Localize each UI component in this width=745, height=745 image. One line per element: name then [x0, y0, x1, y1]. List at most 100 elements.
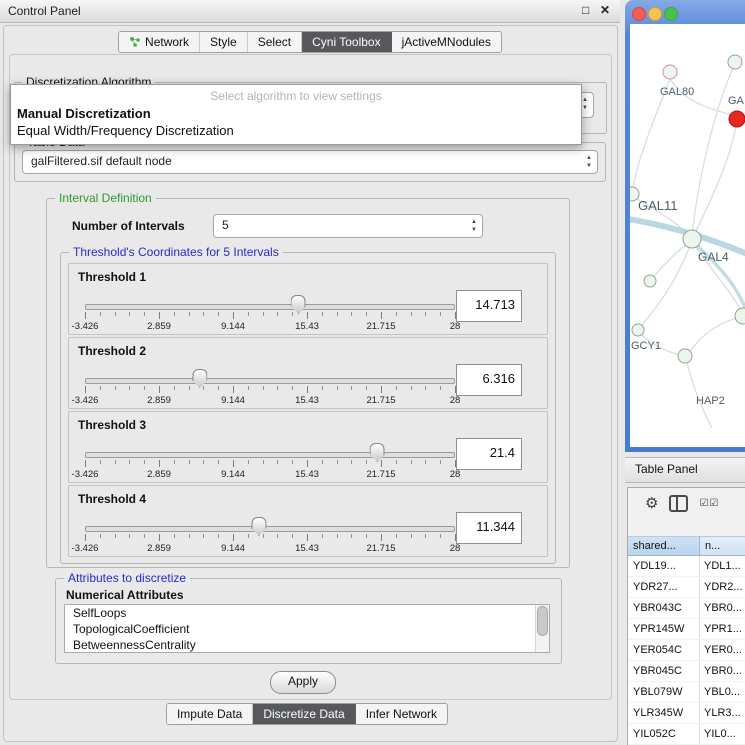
network-node[interactable] — [678, 349, 692, 363]
attributes-list[interactable]: SelfLoopsTopologicalCoefficientBetweenne… — [64, 604, 550, 653]
table-data-select[interactable]: galFiltered.sif default node ▲▼ — [22, 150, 598, 174]
table-cell: YIL052C — [628, 724, 700, 744]
table-cell: YDL1... — [700, 556, 745, 576]
column-header-shared[interactable]: shared... — [628, 536, 700, 556]
group-title: Attributes to discretize — [64, 571, 190, 585]
table-row[interactable]: YDR27...YDR2... — [628, 577, 745, 598]
popup-item-manual-discretization[interactable]: Manual Discretization — [11, 105, 581, 122]
popup-item-equal-width-frequency[interactable]: Equal Width/Frequency Discretization — [11, 122, 581, 139]
bottom-tab-bar: Impute Data Discretize Data Infer Networ… — [166, 703, 448, 725]
numerical-attributes-label: Numerical Attributes — [66, 588, 184, 602]
list-scrollbar[interactable] — [535, 605, 549, 652]
top-tab-bar: Network Style Select Cyni Toolbox jActiv… — [118, 31, 502, 53]
zoom-button[interactable] — [664, 7, 678, 21]
table-cell: YDR2... — [700, 577, 745, 597]
tab-impute-data[interactable]: Impute Data — [167, 704, 253, 724]
network-node[interactable] — [728, 55, 742, 69]
table-row[interactable]: YER054CYER0... — [628, 640, 745, 661]
table-row[interactable]: YIL052CYIL0... — [628, 724, 745, 745]
threshold-value-input[interactable]: 6.316 — [456, 364, 522, 396]
network-node[interactable] — [683, 230, 701, 248]
slider-track — [85, 378, 455, 384]
num-intervals-select[interactable]: 5 ▲▼ — [213, 214, 483, 238]
table-row[interactable]: YDL19...YDL1... — [628, 556, 745, 577]
tab-label: Select — [258, 35, 291, 49]
tab-cyni-toolbox[interactable]: Cyni Toolbox — [302, 32, 391, 52]
node-label: GAL11 — [638, 198, 678, 213]
float-icon[interactable]: □ — [582, 3, 589, 17]
table-cell: YLR345W — [628, 703, 700, 723]
tab-label: Network — [145, 35, 189, 49]
node-label: GAL4 — [698, 250, 729, 264]
list-item[interactable]: SelfLoops — [65, 605, 549, 621]
threshold-slider[interactable]: -3.4262.8599.14415.4321.71528 — [85, 294, 455, 330]
table-row[interactable]: YBL079WYBL0... — [628, 682, 745, 703]
network-node[interactable] — [632, 324, 644, 336]
table-row[interactable]: YBR045CYBR0... — [628, 661, 745, 682]
table-row[interactable]: YBR043CYBR0... — [628, 598, 745, 619]
minimize-button[interactable] — [648, 7, 662, 21]
tab-discretize-data[interactable]: Discretize Data — [253, 704, 355, 724]
table-cell: YDL19... — [628, 556, 700, 576]
threshold-slider[interactable]: -3.4262.8599.14415.4321.71528 — [85, 442, 455, 478]
tab-jactivemnodules[interactable]: jActiveMNodules — [392, 32, 501, 52]
threshold-value-input[interactable]: 11.344 — [456, 512, 522, 544]
list-item[interactable]: BetweennessCentrality — [65, 637, 549, 653]
threshold-value-input[interactable]: 14.713 — [456, 290, 522, 322]
threshold-panel: Threshold 4 -3.4262.8599.14415.4321.7152… — [68, 485, 548, 557]
tab-infer-network[interactable]: Infer Network — [356, 704, 447, 724]
table-rows: YDL19...YDL1...YDR27...YDR2...YBR043CYBR… — [628, 556, 745, 745]
scrollbar-thumb[interactable] — [537, 606, 548, 636]
network-canvas[interactable]: GAL80 GA GAL11 GAL4 GCY1 HAP2 — [630, 24, 745, 447]
threshold-panel: Threshold 3 -3.4262.8599.14415.4321.7152… — [68, 411, 548, 483]
close-icon[interactable]: ✕ — [600, 3, 610, 17]
gear-icon[interactable]: ⚙ — [645, 494, 658, 512]
network-node-selected[interactable] — [729, 111, 745, 127]
table-row[interactable]: YLR345WYLR3... — [628, 703, 745, 724]
apply-button[interactable]: Apply — [270, 671, 336, 694]
num-intervals-label: Number of Intervals — [72, 219, 185, 233]
group-title: Interval Definition — [55, 191, 156, 205]
threshold-panel: Threshold 1 -3.4262.8599.14415.4321.7152… — [68, 263, 548, 335]
table-cell: YBR0... — [700, 598, 745, 618]
table-cell: YBL0... — [700, 682, 745, 702]
tab-select[interactable]: Select — [248, 32, 302, 52]
slider-tick-labels: -3.4262.8599.14415.4321.71528 — [85, 469, 455, 480]
tab-label: Infer Network — [366, 707, 437, 721]
list-item[interactable]: TopologicalCoefficient — [65, 621, 549, 637]
slider-ticks — [85, 460, 455, 468]
network-node[interactable] — [644, 275, 656, 287]
slider-track — [85, 304, 455, 310]
column-header-name[interactable]: n... — [700, 536, 745, 556]
slider-ticks — [85, 386, 455, 394]
combo-arrows-icon: ▲▼ — [582, 96, 588, 112]
table-panel-header: Table Panel — [625, 457, 745, 483]
table-cell: YBR0... — [700, 661, 745, 681]
threshold-slider[interactable]: -3.4262.8599.14415.4321.71528 — [85, 368, 455, 404]
network-node[interactable] — [663, 65, 677, 79]
algorithm-dropdown-popup: Select algorithm to view settings Manual… — [10, 84, 582, 145]
slider-tick-labels: -3.4262.8599.14415.4321.71528 — [85, 321, 455, 332]
combo-arrows-icon: ▲▼ — [471, 218, 477, 234]
node-label: GCY1 — [631, 340, 661, 352]
select-all-checkboxes-icon[interactable]: ☑☑ — [699, 498, 719, 509]
popup-placeholder: Select algorithm to view settings — [11, 85, 581, 105]
tab-label: Discretize Data — [263, 707, 344, 721]
threshold-label: Threshold 4 — [78, 492, 146, 506]
network-icon — [129, 36, 141, 48]
tab-style[interactable]: Style — [200, 32, 248, 52]
table-cell: YBR045C — [628, 661, 700, 681]
slider-track — [85, 452, 455, 458]
tab-network[interactable]: Network — [119, 32, 200, 52]
threshold-slider[interactable]: -3.4262.8599.14415.4321.71528 — [85, 516, 455, 552]
table-cell: YDR27... — [628, 577, 700, 597]
window-title: Control Panel — [8, 4, 81, 18]
table-row[interactable]: YPR145WYPR1... — [628, 619, 745, 640]
threshold-value-input[interactable]: 21.4 — [456, 438, 522, 470]
threshold-label: Threshold 1 — [78, 270, 146, 284]
combo-value: 5 — [222, 215, 229, 235]
columns-icon[interactable] — [669, 495, 688, 512]
network-node[interactable] — [735, 308, 745, 324]
slider-tick-labels: -3.4262.8599.14415.4321.71528 — [85, 543, 455, 554]
close-button[interactable] — [632, 7, 646, 21]
